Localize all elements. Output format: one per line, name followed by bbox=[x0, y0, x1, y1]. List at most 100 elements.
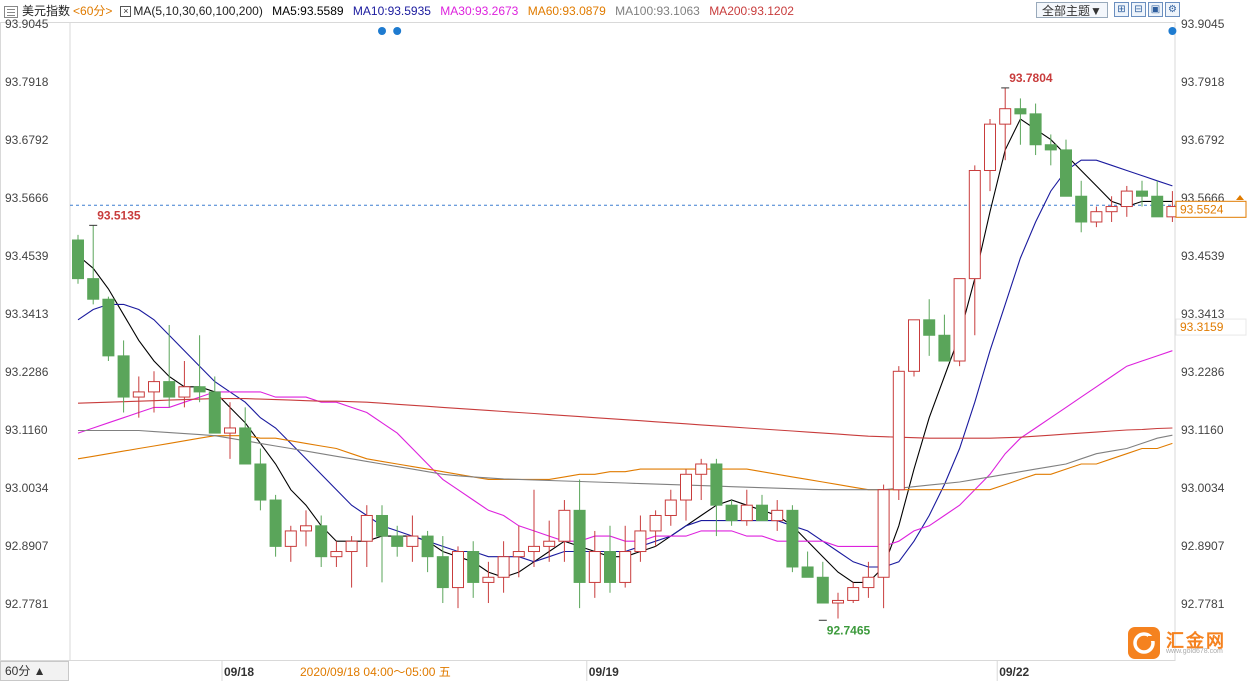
candle-body[interactable] bbox=[1075, 195, 1088, 223]
candle-body[interactable] bbox=[543, 540, 556, 547]
candle-body[interactable] bbox=[953, 278, 966, 362]
candle-body[interactable] bbox=[1090, 211, 1103, 223]
candle-body[interactable] bbox=[300, 525, 312, 532]
event-dot[interactable] bbox=[393, 27, 402, 35]
candle-body[interactable] bbox=[1029, 113, 1042, 146]
candle-body[interactable] bbox=[801, 566, 814, 578]
candle-body[interactable] bbox=[680, 473, 692, 501]
candle-body[interactable] bbox=[1044, 144, 1057, 151]
y-tick-label-right: 93.1160 bbox=[1181, 423, 1224, 437]
zoom-in-icon[interactable]: ⊞ bbox=[1114, 2, 1129, 17]
candle-body[interactable] bbox=[208, 391, 221, 434]
candle-body[interactable] bbox=[588, 551, 601, 583]
settings-icon[interactable]: ⚙ bbox=[1165, 2, 1180, 17]
candle-body[interactable] bbox=[376, 514, 388, 537]
fit-icon[interactable]: ▣ bbox=[1148, 2, 1163, 17]
candle-body[interactable] bbox=[634, 530, 647, 553]
y-tick-label-right: 92.8907 bbox=[1181, 539, 1225, 553]
candle-body[interactable] bbox=[360, 514, 373, 542]
ma60-value: MA60:93.0879 bbox=[527, 4, 606, 18]
candle-body[interactable] bbox=[1014, 108, 1027, 115]
extreme-price-label: 93.5135 bbox=[97, 208, 141, 222]
zoom-out-icon[interactable]: ⊟ bbox=[1131, 2, 1146, 17]
candle-body[interactable] bbox=[604, 551, 616, 583]
candle-body[interactable] bbox=[345, 540, 358, 553]
candle-body[interactable] bbox=[497, 556, 510, 578]
ma-line-ma10 bbox=[77, 159, 1173, 568]
candle-body[interactable] bbox=[558, 509, 571, 542]
candle-body[interactable] bbox=[1060, 149, 1072, 197]
candle-body[interactable] bbox=[710, 463, 723, 506]
candle-body[interactable] bbox=[1120, 190, 1133, 208]
candle-body[interactable] bbox=[573, 509, 586, 583]
candle-body[interactable] bbox=[436, 556, 449, 589]
candle-body[interactable] bbox=[1105, 206, 1118, 213]
candle-body[interactable] bbox=[193, 386, 206, 393]
candle-body[interactable] bbox=[284, 530, 297, 547]
event-dot[interactable] bbox=[378, 27, 386, 35]
candle-body[interactable] bbox=[892, 370, 905, 491]
candle-body[interactable] bbox=[847, 587, 860, 601]
candle-body[interactable] bbox=[771, 509, 784, 522]
candle-body[interactable] bbox=[1136, 190, 1148, 197]
candle-body[interactable] bbox=[315, 525, 328, 558]
candle-body[interactable] bbox=[452, 551, 464, 589]
candle-body[interactable] bbox=[178, 386, 191, 398]
candle-body[interactable] bbox=[619, 551, 632, 583]
candle-body[interactable] bbox=[862, 576, 875, 589]
candle-body[interactable] bbox=[923, 319, 936, 336]
chart-menu-icon[interactable] bbox=[4, 5, 18, 18]
ma-line-ma5 bbox=[77, 118, 1173, 583]
chart-header: 美元指数 <60分> × MA(5,10,30,60,100,200) MA5:93.… bbox=[4, 0, 794, 22]
y-tick-label-right: 92.7781 bbox=[1181, 597, 1225, 611]
candle-body[interactable] bbox=[254, 463, 267, 501]
candle-body[interactable] bbox=[740, 504, 753, 522]
candle-body[interactable] bbox=[756, 504, 768, 522]
candle-body[interactable] bbox=[467, 551, 480, 583]
candle-body[interactable] bbox=[725, 504, 738, 522]
candle-body[interactable] bbox=[269, 499, 282, 547]
candle-body[interactable] bbox=[664, 499, 677, 516]
candle-body[interactable] bbox=[132, 391, 145, 398]
candle-body[interactable] bbox=[832, 599, 844, 604]
candle-body[interactable] bbox=[239, 427, 252, 465]
y-tick-label-right: 93.4539 bbox=[1181, 249, 1225, 263]
candle-body[interactable] bbox=[148, 381, 160, 393]
candle-body[interactable] bbox=[482, 576, 495, 583]
candle-body[interactable] bbox=[786, 509, 799, 568]
candle-body[interactable] bbox=[330, 551, 343, 558]
last-price-value: 93.5524 bbox=[1180, 202, 1224, 216]
candle-body[interactable] bbox=[908, 319, 920, 372]
event-dot[interactable] bbox=[1168, 27, 1177, 35]
y-tick-label-left: 93.1160 bbox=[5, 423, 48, 437]
gold678-logo: 汇金网 www.gold678.com bbox=[1128, 626, 1246, 660]
candle-body[interactable] bbox=[984, 123, 996, 171]
candle-body[interactable] bbox=[117, 355, 130, 398]
price-chart[interactable]: 93.9045 93.904593.7918 93.791893.6792 93.67… bbox=[0, 0, 1247, 681]
y-tick-label-left: 92.8907 bbox=[5, 539, 49, 553]
candle-body[interactable] bbox=[163, 381, 176, 398]
candle-body[interactable] bbox=[421, 535, 434, 558]
candle-body[interactable] bbox=[877, 489, 890, 578]
candle-body[interactable] bbox=[938, 334, 951, 362]
plot-frame bbox=[0, 22, 1176, 661]
candle-body[interactable] bbox=[999, 108, 1012, 125]
candle-body[interactable] bbox=[102, 298, 115, 357]
candle-body[interactable] bbox=[1151, 195, 1164, 218]
candle-body[interactable] bbox=[649, 514, 662, 532]
theme-dropdown[interactable]: 全部主题▼ bbox=[1036, 2, 1108, 18]
ma-settings-icon[interactable]: × bbox=[120, 6, 132, 18]
candle-body[interactable] bbox=[695, 463, 708, 475]
candle-body[interactable] bbox=[87, 278, 100, 300]
candle-body[interactable] bbox=[968, 169, 981, 280]
candle-body[interactable] bbox=[72, 239, 84, 280]
candle-body[interactable] bbox=[816, 576, 829, 604]
candle-body[interactable] bbox=[528, 545, 540, 553]
candle-body[interactable] bbox=[391, 535, 404, 547]
candle-body[interactable] bbox=[224, 427, 236, 434]
candle-body[interactable] bbox=[406, 535, 419, 547]
y-tick-label-left: 93.5666 bbox=[5, 191, 49, 205]
period-selector[interactable]: 60分 ▲ bbox=[0, 661, 69, 681]
x-tick-label: 09/22 bbox=[999, 665, 1029, 679]
candle-body[interactable] bbox=[512, 551, 525, 558]
